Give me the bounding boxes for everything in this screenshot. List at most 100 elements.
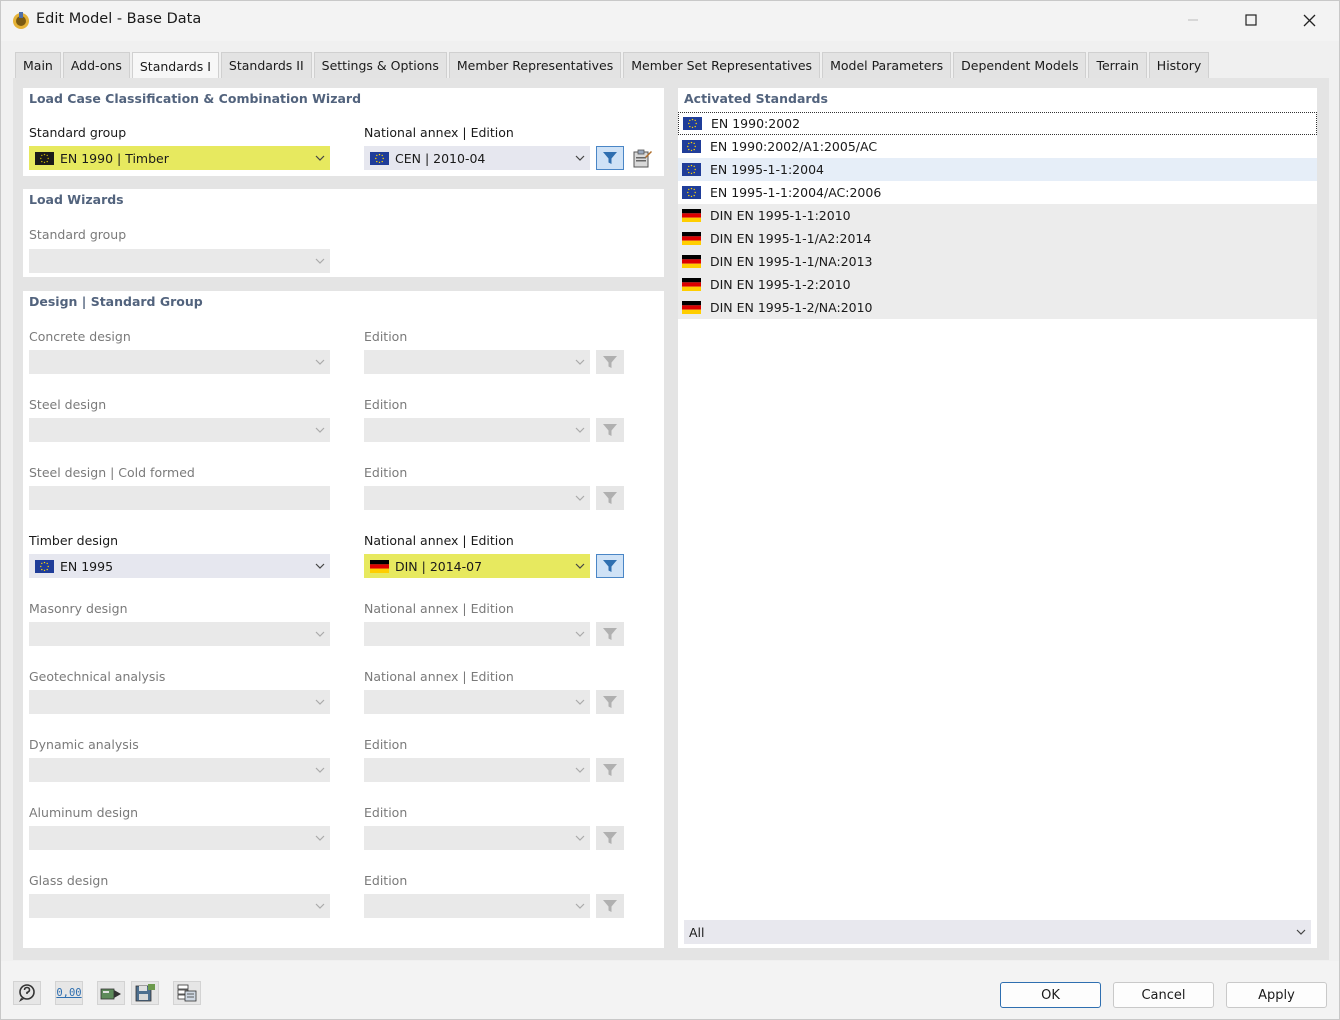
dynamic-edition-select[interactable] bbox=[364, 758, 590, 782]
maximize-button[interactable] bbox=[1222, 1, 1280, 39]
tab-member-set-representatives[interactable]: Member Set Representatives bbox=[623, 52, 821, 78]
aluminum-filter-button[interactable] bbox=[596, 826, 624, 850]
edit-wizard-button[interactable] bbox=[628, 146, 656, 170]
app-icon bbox=[13, 12, 29, 29]
tab-content: Load Case Classification & Combination W… bbox=[13, 78, 1329, 960]
glass-edition-label: Edition bbox=[364, 873, 408, 888]
apply-button[interactable]: Apply bbox=[1226, 982, 1327, 1008]
geotechnical-filter-button[interactable] bbox=[596, 690, 624, 714]
national-annex-label: National annex | Edition bbox=[364, 125, 514, 140]
tab-member-representatives[interactable]: Member Representatives bbox=[448, 52, 622, 78]
save-template-button[interactable] bbox=[131, 981, 159, 1005]
edit-model-dialog: Edit Model - Base Data Main Add-ons Stan… bbox=[0, 0, 1340, 1020]
eu-flag-icon bbox=[683, 117, 702, 130]
eu-flag-icon bbox=[682, 140, 701, 153]
minimize-button[interactable] bbox=[1164, 1, 1222, 39]
close-button[interactable] bbox=[1280, 1, 1338, 39]
filter-icon bbox=[602, 422, 618, 438]
cold-formed-filter-button[interactable] bbox=[596, 486, 624, 510]
list-item[interactable]: DIN EN 1995-1-1/A2:2014 bbox=[678, 227, 1317, 250]
germany-flag-icon bbox=[682, 255, 701, 268]
tab-dependent-models[interactable]: Dependent Models bbox=[953, 52, 1087, 78]
chevron-down-icon bbox=[575, 833, 585, 843]
tab-add-ons[interactable]: Add-ons bbox=[62, 52, 130, 78]
glass-edition-select[interactable] bbox=[364, 894, 590, 918]
ok-button[interactable]: OK bbox=[1000, 982, 1101, 1008]
activated-standards-title: Activated Standards bbox=[684, 91, 828, 106]
cold-formed-edition-select[interactable] bbox=[364, 486, 590, 510]
chevron-down-icon bbox=[575, 153, 585, 163]
masonry-filter-button[interactable] bbox=[596, 622, 624, 646]
chevron-down-icon bbox=[315, 561, 325, 571]
load-wizards-title: Load Wizards bbox=[29, 192, 124, 207]
design-title: Design | Standard Group bbox=[29, 294, 203, 309]
standard-group-value: EN 1990 | Timber bbox=[60, 150, 169, 166]
masonry-design-select[interactable] bbox=[29, 622, 330, 646]
cold-formed-input[interactable] bbox=[29, 486, 330, 510]
masonry-edition-select[interactable] bbox=[364, 622, 590, 646]
national-annex-select[interactable]: CEN | 2010-04 bbox=[364, 146, 590, 170]
filter-icon bbox=[602, 354, 618, 370]
dynamic-analysis-select[interactable] bbox=[29, 758, 330, 782]
standard-label: EN 1995-1-1:2004 bbox=[710, 162, 824, 177]
timber-national-annex-select[interactable]: DIN | 2014-07 bbox=[364, 554, 590, 578]
steel-edition-label: Edition bbox=[364, 397, 408, 412]
list-details-icon bbox=[177, 984, 197, 1002]
timber-design-select[interactable]: EN 1995 bbox=[29, 554, 330, 578]
load-case-wizard-title: Load Case Classification & Combination W… bbox=[29, 91, 362, 106]
concrete-design-select[interactable] bbox=[29, 350, 330, 374]
cold-formed-label: Steel design | Cold formed bbox=[29, 465, 195, 480]
eu-flag-icon bbox=[682, 163, 701, 176]
cancel-button[interactable]: Cancel bbox=[1113, 982, 1214, 1008]
tab-standards-i[interactable]: Standards I bbox=[131, 52, 219, 79]
germany-flag-icon bbox=[682, 301, 701, 314]
tab-standards-ii[interactable]: Standards II bbox=[220, 52, 312, 78]
load-wizards-standard-group-select[interactable] bbox=[29, 249, 330, 273]
units-icon: 0,00 bbox=[56, 987, 81, 999]
list-details-button[interactable] bbox=[173, 981, 201, 1005]
concrete-design-label: Concrete design bbox=[29, 329, 131, 344]
timber-filter-button[interactable] bbox=[596, 554, 624, 578]
tab-main[interactable]: Main bbox=[15, 52, 61, 78]
list-item[interactable]: EN 1990:2002 bbox=[678, 112, 1317, 135]
steel-design-select[interactable] bbox=[29, 418, 330, 442]
aluminum-design-select[interactable] bbox=[29, 826, 330, 850]
concrete-edition-select[interactable] bbox=[364, 350, 590, 374]
dynamic-filter-button[interactable] bbox=[596, 758, 624, 782]
tab-terrain[interactable]: Terrain bbox=[1088, 52, 1147, 78]
geotechnical-edition-select[interactable] bbox=[364, 690, 590, 714]
tab-model-parameters[interactable]: Model Parameters bbox=[822, 52, 952, 78]
standard-group-select[interactable]: EN 1990 | Timber bbox=[29, 146, 330, 170]
timber-national-annex-label: National annex | Edition bbox=[364, 533, 514, 548]
export-button[interactable] bbox=[97, 981, 125, 1005]
help-button[interactable] bbox=[13, 981, 41, 1005]
concrete-filter-button[interactable] bbox=[596, 350, 624, 374]
steel-edition-select[interactable] bbox=[364, 418, 590, 442]
geotechnical-edition-label: National annex | Edition bbox=[364, 669, 514, 684]
glass-filter-button[interactable] bbox=[596, 894, 624, 918]
tab-history[interactable]: History bbox=[1148, 52, 1210, 78]
list-item[interactable]: EN 1995-1-1:2004/AC:2006 bbox=[678, 181, 1317, 204]
timber-design-label: Timber design bbox=[29, 533, 119, 548]
tab-settings-options[interactable]: Settings & Options bbox=[313, 52, 447, 78]
germany-flag-icon bbox=[682, 209, 701, 222]
list-item[interactable]: DIN EN 1995-1-1/NA:2013 bbox=[678, 250, 1317, 273]
glass-design-label: Glass design bbox=[29, 873, 109, 888]
eu-flag-icon bbox=[35, 152, 54, 165]
list-item[interactable]: DIN EN 1995-1-2/NA:2010 bbox=[678, 296, 1317, 319]
standards-filter-select[interactable]: All bbox=[684, 920, 1311, 944]
units-button[interactable]: 0,00 bbox=[55, 981, 83, 1005]
dialog-footer: 0,00 OK Cancel Apply bbox=[1, 961, 1339, 1019]
list-item[interactable]: EN 1995-1-1:2004 bbox=[678, 158, 1317, 181]
activated-standards-list: EN 1990:2002 EN 1990:2002/A1:2005/AC EN … bbox=[678, 112, 1317, 319]
steel-filter-button[interactable] bbox=[596, 418, 624, 442]
national-annex-value: CEN | 2010-04 bbox=[395, 150, 486, 166]
list-item[interactable]: DIN EN 1995-1-2:2010 bbox=[678, 273, 1317, 296]
glass-design-select[interactable] bbox=[29, 894, 330, 918]
chevron-down-icon bbox=[575, 901, 585, 911]
list-item[interactable]: EN 1990:2002/A1:2005/AC bbox=[678, 135, 1317, 158]
national-annex-filter-button[interactable] bbox=[596, 146, 624, 170]
geotechnical-select[interactable] bbox=[29, 690, 330, 714]
aluminum-edition-select[interactable] bbox=[364, 826, 590, 850]
list-item[interactable]: DIN EN 1995-1-1:2010 bbox=[678, 204, 1317, 227]
